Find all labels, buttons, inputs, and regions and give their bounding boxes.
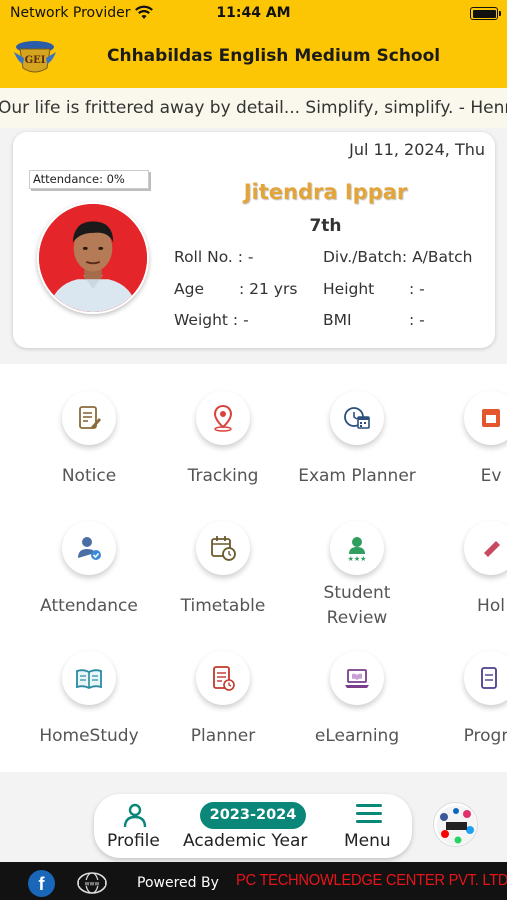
module-progress[interactable]: Progre — [426, 636, 507, 756]
student-class: 7th — [309, 216, 342, 236]
module-elearning[interactable]: eLearning — [292, 636, 422, 756]
avatar[interactable] — [37, 202, 149, 314]
profile-icon — [123, 803, 147, 828]
book-icon — [76, 669, 102, 690]
weight-label: Weight : — [174, 311, 239, 329]
module-exam-planner[interactable]: Exam Planner — [292, 376, 422, 496]
attendance-user-icon — [78, 537, 101, 560]
weight-value: - — [243, 311, 249, 329]
battery-icon — [470, 7, 501, 20]
module-timetable[interactable]: Timetable — [158, 506, 288, 626]
student-name: Jitendra Ippar — [243, 180, 408, 204]
module-tracking[interactable]: Tracking — [158, 376, 288, 496]
module-notice[interactable]: Notice — [24, 376, 154, 496]
bottom-area: Profile 2023-2024 Academic Year Menu — [0, 780, 507, 862]
app-header: GEI Chhabildas English Medium School — [0, 28, 507, 88]
academic-year-badge[interactable]: 2023-2024 — [200, 802, 306, 829]
logo-text: GEI — [25, 55, 46, 66]
current-date: Jul 11, 2024, Thu — [349, 140, 485, 159]
module-planner[interactable]: Planner — [158, 636, 288, 756]
bottom-nav: Profile 2023-2024 Academic Year Menu — [94, 794, 412, 858]
division-label: Div./Batch: — [323, 248, 408, 266]
module-label: Tracking — [187, 466, 259, 486]
module-label: Exam Planner — [298, 466, 416, 486]
module-label: eLearning — [314, 726, 400, 746]
module-label: Student Review — [323, 583, 391, 628]
division-value: A/Batch — [412, 248, 473, 266]
website-globe-icon[interactable]: www — [76, 871, 108, 895]
review-star-icon: ★★★ — [348, 537, 367, 563]
nav-profile-button[interactable]: Profile — [100, 800, 170, 854]
company-name[interactable]: PC TECHNOWLEDGE CENTER PVT. LTD — [236, 872, 507, 890]
module-label: HomeStudy — [39, 726, 139, 746]
roll-no-value: - — [247, 248, 254, 266]
svg-text:★★★: ★★★ — [348, 555, 367, 563]
division-field: Div./Batch: A/Batch — [323, 248, 472, 266]
school-logo-icon: GEI — [14, 41, 56, 73]
bmi-value: : - — [409, 311, 425, 329]
module-label: Planner — [190, 726, 256, 746]
module-homestudy[interactable]: HomeStudy — [24, 636, 154, 756]
module-student-review[interactable]: ★★★ Student Review — [292, 506, 422, 628]
module-label: Timetable — [180, 596, 266, 616]
student-photo-icon — [39, 204, 147, 312]
module-label: Progre — [463, 726, 507, 746]
school-name: Chhabildas English Medium School — [107, 46, 441, 66]
location-pin-icon — [213, 404, 233, 432]
laptop-book-icon — [345, 669, 369, 688]
module-holidays[interactable]: Hol — [426, 506, 507, 626]
quote-ticker: Our life is frittered away by detail... … — [0, 88, 507, 128]
ticker-text: Our life is frittered away by detail... … — [0, 98, 507, 118]
age-value: : 21 yrs — [239, 280, 298, 298]
module-attendance[interactable]: Attendance — [24, 506, 154, 626]
module-label: Hol — [477, 596, 505, 616]
footer: f www Powered By PC TECHNOWLEDGE CENTER … — [0, 862, 507, 900]
height-value: : - — [409, 280, 425, 298]
powered-by-label: Powered By — [137, 875, 219, 891]
roll-no-field: Roll No. : - — [174, 248, 254, 266]
social-media-icon[interactable] — [433, 802, 478, 847]
height-label: Height — [323, 280, 375, 298]
planner-icon — [213, 666, 235, 691]
module-label: Attendance — [40, 596, 138, 616]
weight-field: Weight : - — [174, 311, 249, 329]
module-label: Notice — [61, 466, 117, 486]
roll-no-label: Roll No. : — [174, 248, 243, 266]
menu-icon[interactable] — [356, 804, 382, 824]
progress-icon — [481, 667, 497, 689]
exam-calendar-icon — [344, 407, 370, 429]
facebook-icon[interactable]: f — [28, 870, 55, 897]
academic-year-label[interactable]: Academic Year — [183, 831, 307, 851]
student-profile-card[interactable]: Jul 11, 2024, Thu Attendance: 0% Jitendr… — [13, 132, 495, 348]
event-icon — [482, 409, 500, 427]
clock: 11:44 AM — [216, 5, 291, 21]
module-grid: Notice Tracking Exam Planner Ev Attendan… — [0, 364, 507, 772]
module-events[interactable]: Ev — [426, 376, 507, 496]
holiday-icon — [484, 541, 500, 557]
timetable-icon — [211, 536, 236, 561]
age-label: Age — [174, 280, 204, 298]
attendance-badge: Attendance: 0% — [29, 170, 149, 189]
menu-label[interactable]: Menu — [344, 831, 391, 851]
status-bar: Network Provider 11:44 AM — [0, 0, 507, 28]
svg-text:www: www — [85, 881, 100, 888]
notice-icon — [79, 406, 101, 429]
bmi-label: BMI — [323, 311, 352, 329]
module-label: Ev — [480, 466, 502, 486]
nav-profile-label: Profile — [107, 831, 160, 851]
